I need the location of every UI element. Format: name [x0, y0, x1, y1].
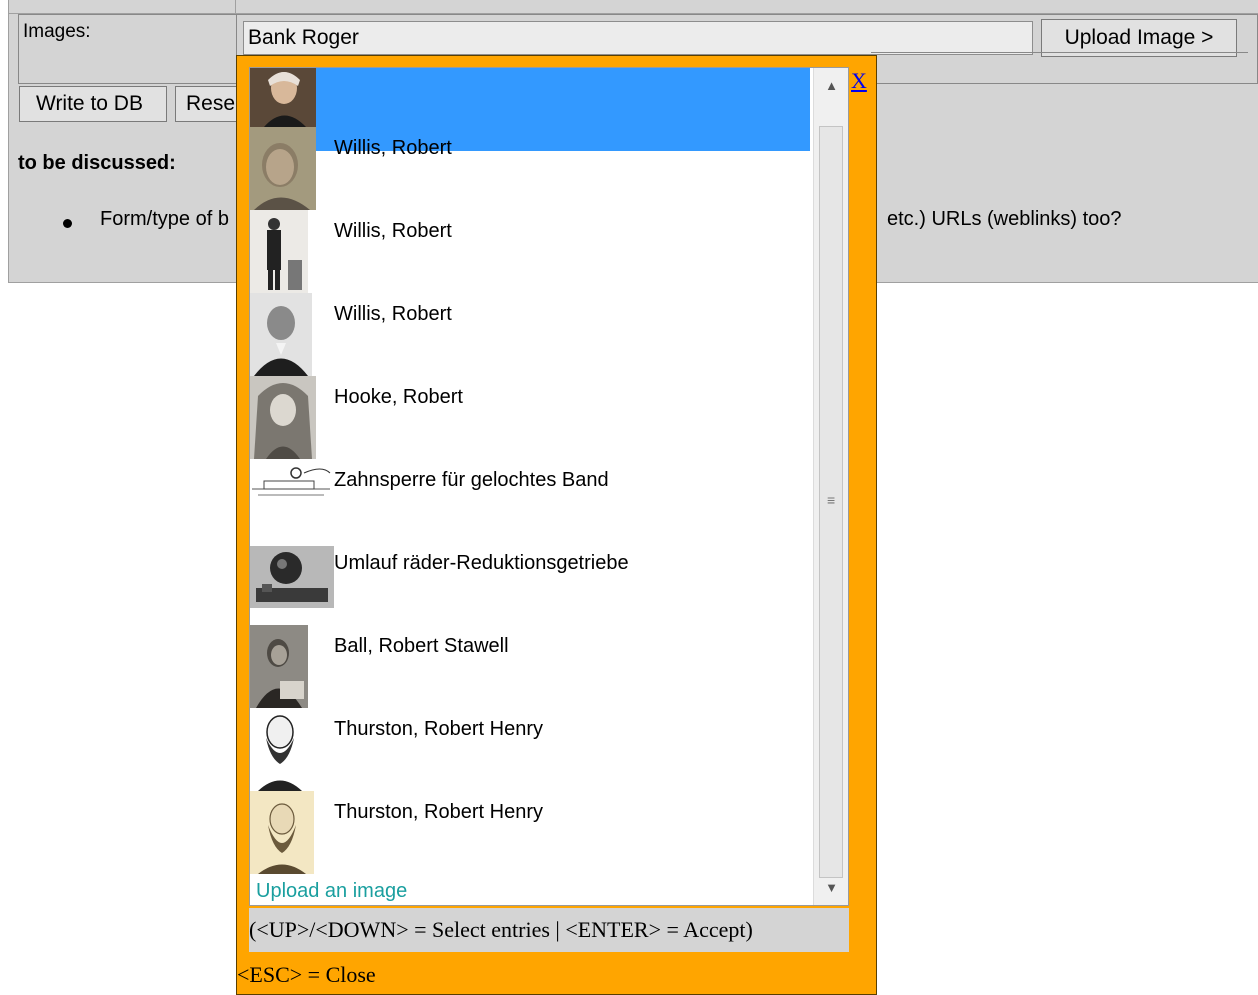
item-label: Willis, Robert: [334, 137, 452, 159]
keyboard-hint: (<UP>/<DOWN> = Select entries | <ENTER> …: [249, 908, 849, 952]
item-label: Thurston, Robert Henry: [334, 801, 543, 823]
mechanism-thumbnail-icon: [250, 459, 334, 509]
close-link[interactable]: X: [851, 68, 867, 94]
top-strip: [9, 0, 1258, 14]
scroll-up-icon[interactable]: ▲: [814, 68, 848, 103]
cell-divider: [235, 0, 236, 13]
scroll-thumb[interactable]: ≡: [819, 126, 843, 878]
item-label: Willis, Robert: [334, 220, 452, 242]
item-label: Willis, Robert: [334, 303, 452, 325]
bullet-icon: [63, 219, 72, 228]
list-item[interactable]: Willis, Robert: [250, 293, 810, 376]
images-input[interactable]: [243, 21, 1033, 55]
bullet-text: Form/type of b: [100, 208, 229, 230]
list-item[interactable]: Thurston, Robert Henry: [250, 708, 810, 791]
list-item[interactable]: Umlauf räder-Reduktionsgetriebe: [250, 542, 810, 625]
item-label: Hooke, Robert: [334, 386, 463, 408]
portrait-thumbnail-icon: [250, 625, 308, 708]
scroll-down-icon[interactable]: ▼: [814, 870, 848, 905]
list-item[interactable]: Thurston, Robert Henry: [250, 791, 810, 874]
list-scrollbar[interactable]: ▲ ≡ ▼: [813, 68, 848, 905]
list-item[interactable]: Zahnsperre für gelochtes Band: [250, 459, 810, 542]
discussed-heading: to be discussed:: [18, 152, 176, 174]
grip-icon: ≡: [827, 492, 836, 508]
item-label: Umlauf räder-Reduktionsgetriebe: [334, 552, 629, 574]
item-label: Ball, Robert Stawell: [334, 635, 509, 657]
escape-hint: <ESC> = Close: [237, 962, 376, 987]
portrait-thumbnail-icon: [250, 293, 312, 376]
list-item[interactable]: Willis, Robert: [250, 127, 810, 210]
images-label: Images:: [23, 21, 91, 42]
portrait-thumbnail-icon: [250, 68, 316, 127]
portrait-thumbnail-icon: [250, 127, 316, 210]
row-divider: [871, 52, 1248, 53]
gear-thumbnail-icon: [250, 546, 334, 608]
list-item[interactable]: Willis, Robert: [250, 210, 810, 293]
item-label: Thurston, Robert Henry: [334, 718, 543, 740]
list-item[interactable]: Ball, Robert Stawell: [250, 625, 810, 708]
upload-image-link[interactable]: Upload an image: [256, 880, 407, 903]
image-autocomplete-popup: X Willis, Robert Willis, Robert Willis, …: [236, 55, 877, 995]
portrait-thumbnail-icon: [250, 708, 310, 791]
list-item[interactable]: Hooke, Robert: [250, 376, 810, 459]
write-to-db-button[interactable]: Write to DB: [19, 86, 167, 122]
portrait-thumbnail-icon: [250, 376, 316, 459]
bullet-text-continued: etc.) URLs (weblinks) too?: [887, 208, 1122, 230]
standing-figure-thumbnail-icon: [250, 210, 308, 293]
portrait-thumbnail-icon: [250, 791, 314, 874]
item-label: Zahnsperre für gelochtes Band: [334, 469, 609, 491]
suggestion-list[interactable]: Willis, Robert Willis, Robert Willis, Ro…: [249, 67, 849, 906]
